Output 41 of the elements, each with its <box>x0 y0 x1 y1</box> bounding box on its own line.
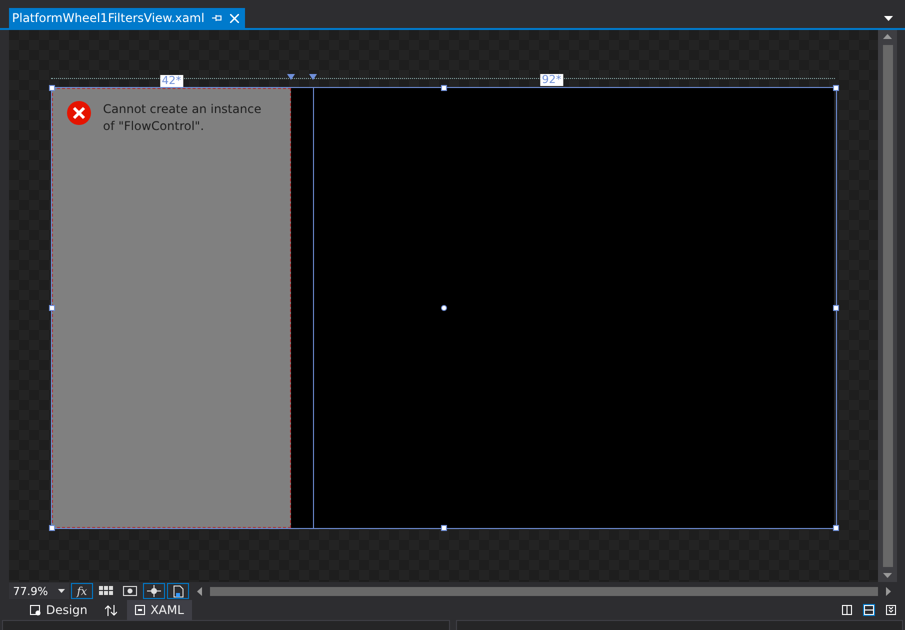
scroll-down-icon[interactable] <box>883 573 892 578</box>
resize-handle[interactable] <box>833 85 839 91</box>
zoom-value: 77.9% <box>13 584 48 598</box>
scroll-up-icon[interactable] <box>883 34 892 39</box>
collapse-icon <box>886 605 896 615</box>
resize-handle[interactable] <box>833 525 839 531</box>
scroll-left-icon[interactable] <box>197 586 202 596</box>
split-vertical-icon <box>842 605 852 615</box>
split-horizontal-icon <box>864 605 874 615</box>
resize-handle[interactable] <box>833 305 839 311</box>
toolbar-button[interactable] <box>167 583 189 599</box>
pane-layout-button[interactable] <box>863 604 875 616</box>
resize-handle[interactable] <box>49 85 55 91</box>
resize-handle[interactable] <box>441 525 447 531</box>
resize-handle[interactable] <box>49 305 55 311</box>
snaplines-icon <box>147 585 161 597</box>
resize-handle[interactable] <box>49 525 55 531</box>
toolbar-button[interactable] <box>143 583 165 599</box>
document-tab[interactable]: PlatformWheel1FiltersView.xaml <box>9 8 246 28</box>
column-marker-icon[interactable] <box>287 74 295 80</box>
view-tab[interactable]: Design <box>22 600 96 620</box>
error-icon <box>67 101 91 125</box>
error-message: Cannot create an instance of "FlowControl". <box>103 101 262 135</box>
dropdown-icon[interactable] <box>884 16 893 21</box>
formula-button[interactable]: fx <box>71 583 93 599</box>
scroll-right-icon[interactable] <box>886 586 891 596</box>
resize-handle[interactable] <box>441 85 447 91</box>
view-tab[interactable]: XAML <box>127 600 192 620</box>
snap-grid-icon <box>123 586 137 596</box>
swap-icon[interactable] <box>105 604 118 616</box>
xaml-icon <box>135 605 146 615</box>
close-icon[interactable] <box>230 14 240 22</box>
column-marker-icon[interactable] <box>309 74 317 80</box>
grid-icon <box>99 586 113 596</box>
tab-title: PlatformWheel1FiltersView.xaml <box>12 11 204 25</box>
caret-icon <box>58 589 65 593</box>
zoom-dropdown[interactable]: 77.9% <box>9 583 69 599</box>
vertical-scrollbar[interactable] <box>878 30 897 582</box>
design-icon <box>30 604 41 616</box>
pin-icon[interactable] <box>212 14 222 22</box>
document-icon <box>172 584 184 598</box>
